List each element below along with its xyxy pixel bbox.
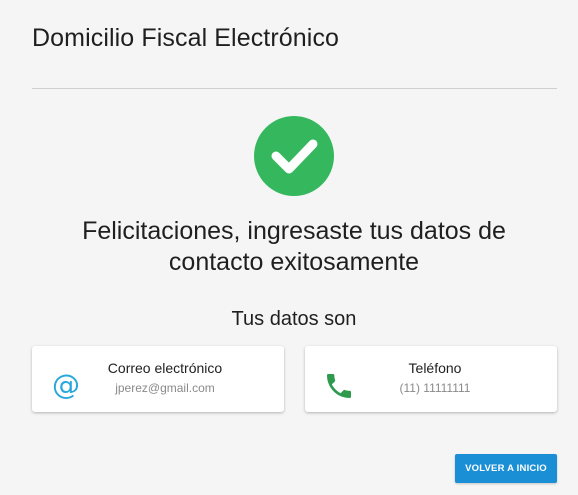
header-divider [32,88,557,89]
phone-label: Teléfono [408,360,462,376]
svg-text:@: @ [52,369,80,401]
back-to-home-button[interactable]: VOLVER A INICIO [455,454,557,483]
email-label: Correo electrónico [107,360,223,376]
email-card: @ Correo electrónico jperez@gmail.com [32,346,284,412]
page-title: Domicilio Fiscal Electrónico [32,24,340,52]
success-message-line1: Felicitaciones, ingresaste tus datos de [82,217,506,245]
phone-card: Teléfono (11) 11111111 [305,346,557,412]
at-sign-icon: @ [52,369,80,401]
data-section-heading: Tus datos son [231,308,357,330]
email-value: jperez@gmail.com [115,381,215,395]
success-message-line2: contacto exitosamente [168,248,420,276]
check-circle-icon [254,116,334,196]
phone-value: (11) 11111111 [399,381,471,395]
success-message: Felicitaciones, ingresaste tus datos de … [0,216,578,278]
phone-icon [327,374,351,398]
